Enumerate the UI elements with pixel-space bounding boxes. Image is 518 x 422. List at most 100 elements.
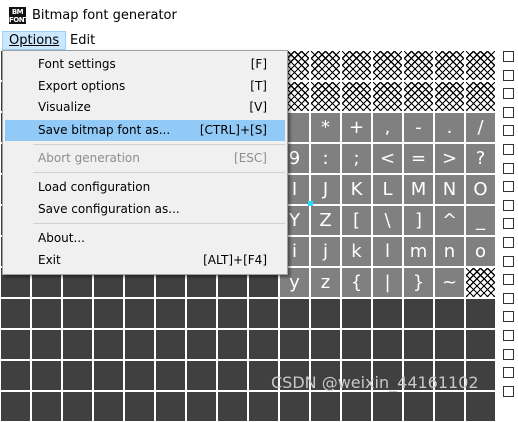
empty-cell[interactable] bbox=[248, 391, 279, 422]
range-checkbox[interactable] bbox=[503, 51, 514, 62]
glyph-cell[interactable]: k bbox=[341, 236, 372, 267]
menu-item-export-options[interactable]: Export options [T] bbox=[5, 76, 285, 97]
empty-cell[interactable] bbox=[465, 391, 496, 422]
range-checkbox[interactable] bbox=[503, 199, 514, 211]
glyph-cell[interactable]: < bbox=[372, 143, 403, 174]
range-checkbox[interactable] bbox=[503, 367, 514, 379]
empty-cell[interactable] bbox=[31, 391, 62, 422]
empty-cell[interactable] bbox=[341, 391, 372, 422]
empty-cell[interactable] bbox=[217, 298, 248, 329]
empty-cell[interactable] bbox=[62, 329, 93, 360]
empty-cell[interactable] bbox=[465, 298, 496, 329]
glyph-cell[interactable]: ~ bbox=[434, 267, 465, 298]
unavailable-cell[interactable] bbox=[341, 81, 372, 112]
empty-cell[interactable] bbox=[279, 391, 310, 422]
empty-cell[interactable] bbox=[155, 329, 186, 360]
empty-cell[interactable] bbox=[248, 329, 279, 360]
unavailable-cell[interactable] bbox=[310, 50, 341, 81]
empty-cell[interactable] bbox=[434, 298, 465, 329]
glyph-cell[interactable]: J bbox=[310, 174, 341, 205]
glyph-cell[interactable]: _ bbox=[465, 205, 496, 236]
empty-cell[interactable] bbox=[31, 298, 62, 329]
glyph-cell[interactable]: ? bbox=[465, 143, 496, 174]
glyph-cell[interactable]: L bbox=[372, 174, 403, 205]
range-checkbox[interactable] bbox=[503, 181, 514, 193]
unavailable-cell[interactable] bbox=[372, 50, 403, 81]
glyph-cell[interactable]: o bbox=[465, 236, 496, 267]
range-checkbox[interactable] bbox=[503, 218, 514, 230]
glyph-cell[interactable]: l bbox=[372, 236, 403, 267]
unavailable-cell[interactable] bbox=[403, 81, 434, 112]
empty-cell[interactable] bbox=[93, 360, 124, 391]
glyph-cell[interactable]: = bbox=[403, 143, 434, 174]
empty-cell[interactable] bbox=[62, 360, 93, 391]
empty-cell[interactable] bbox=[434, 329, 465, 360]
glyph-cell[interactable]: } bbox=[403, 267, 434, 298]
glyph-cell[interactable]: * bbox=[310, 112, 341, 143]
range-checkbox[interactable] bbox=[503, 143, 514, 155]
range-checkbox[interactable] bbox=[503, 292, 514, 304]
unavailable-cell[interactable] bbox=[403, 50, 434, 81]
empty-cell[interactable] bbox=[372, 391, 403, 422]
empty-cell[interactable] bbox=[186, 391, 217, 422]
menu-options[interactable]: Options bbox=[2, 31, 67, 50]
empty-cell[interactable] bbox=[403, 329, 434, 360]
unavailable-cell[interactable] bbox=[341, 50, 372, 81]
empty-cell[interactable] bbox=[279, 298, 310, 329]
range-checkbox[interactable] bbox=[503, 69, 514, 81]
range-checkbox[interactable] bbox=[503, 162, 514, 174]
glyph-cell[interactable]: ^ bbox=[434, 205, 465, 236]
empty-cell[interactable] bbox=[62, 391, 93, 422]
glyph-cell[interactable]: K bbox=[341, 174, 372, 205]
empty-cell[interactable] bbox=[155, 391, 186, 422]
glyph-cell[interactable]: > bbox=[434, 143, 465, 174]
range-checkbox[interactable] bbox=[503, 274, 514, 286]
empty-cell[interactable] bbox=[186, 298, 217, 329]
empty-cell[interactable] bbox=[279, 329, 310, 360]
empty-cell[interactable] bbox=[217, 391, 248, 422]
empty-cell[interactable] bbox=[0, 329, 31, 360]
glyph-cell[interactable]: ; bbox=[341, 143, 372, 174]
glyph-cell[interactable]: / bbox=[465, 112, 496, 143]
empty-cell[interactable] bbox=[31, 360, 62, 391]
empty-cell[interactable] bbox=[217, 329, 248, 360]
range-checkbox[interactable] bbox=[503, 125, 514, 137]
range-checkbox[interactable] bbox=[503, 385, 514, 397]
glyph-cell[interactable]: M bbox=[403, 174, 434, 205]
glyph-cell[interactable]: - bbox=[403, 112, 434, 143]
menu-item-load-configuration[interactable]: Load configuration bbox=[5, 177, 285, 198]
glyph-cell[interactable]: | bbox=[372, 267, 403, 298]
range-checkbox[interactable] bbox=[503, 311, 514, 323]
glyph-cell[interactable]: + bbox=[341, 112, 372, 143]
menu-item-visualize[interactable]: Visualize [V] bbox=[5, 97, 285, 118]
glyph-cell[interactable]: n bbox=[434, 236, 465, 267]
unavailable-cell[interactable] bbox=[465, 267, 496, 298]
empty-cell[interactable] bbox=[217, 360, 248, 391]
empty-cell[interactable] bbox=[124, 360, 155, 391]
glyph-cell[interactable]: ] bbox=[403, 205, 434, 236]
empty-cell[interactable] bbox=[31, 329, 62, 360]
range-checkbox[interactable] bbox=[503, 236, 514, 248]
menu-item-font-settings[interactable]: Font settings [F] bbox=[5, 54, 285, 75]
glyph-cell[interactable]: : bbox=[310, 143, 341, 174]
empty-cell[interactable] bbox=[93, 329, 124, 360]
unavailable-cell[interactable] bbox=[310, 81, 341, 112]
unavailable-cell[interactable] bbox=[372, 81, 403, 112]
glyph-cell[interactable]: . bbox=[434, 112, 465, 143]
empty-cell[interactable] bbox=[341, 329, 372, 360]
empty-cell[interactable] bbox=[310, 391, 341, 422]
unavailable-cell[interactable] bbox=[434, 81, 465, 112]
empty-cell[interactable] bbox=[124, 298, 155, 329]
empty-cell[interactable] bbox=[93, 298, 124, 329]
glyph-cell[interactable]: \ bbox=[372, 205, 403, 236]
empty-cell[interactable] bbox=[155, 360, 186, 391]
range-checkbox[interactable] bbox=[503, 348, 514, 360]
range-checkbox[interactable] bbox=[503, 255, 514, 267]
empty-cell[interactable] bbox=[186, 329, 217, 360]
empty-cell[interactable] bbox=[310, 298, 341, 329]
unavailable-cell[interactable] bbox=[465, 81, 496, 112]
empty-cell[interactable] bbox=[0, 298, 31, 329]
empty-cell[interactable] bbox=[186, 360, 217, 391]
empty-cell[interactable] bbox=[372, 329, 403, 360]
glyph-cell[interactable]: j bbox=[310, 236, 341, 267]
